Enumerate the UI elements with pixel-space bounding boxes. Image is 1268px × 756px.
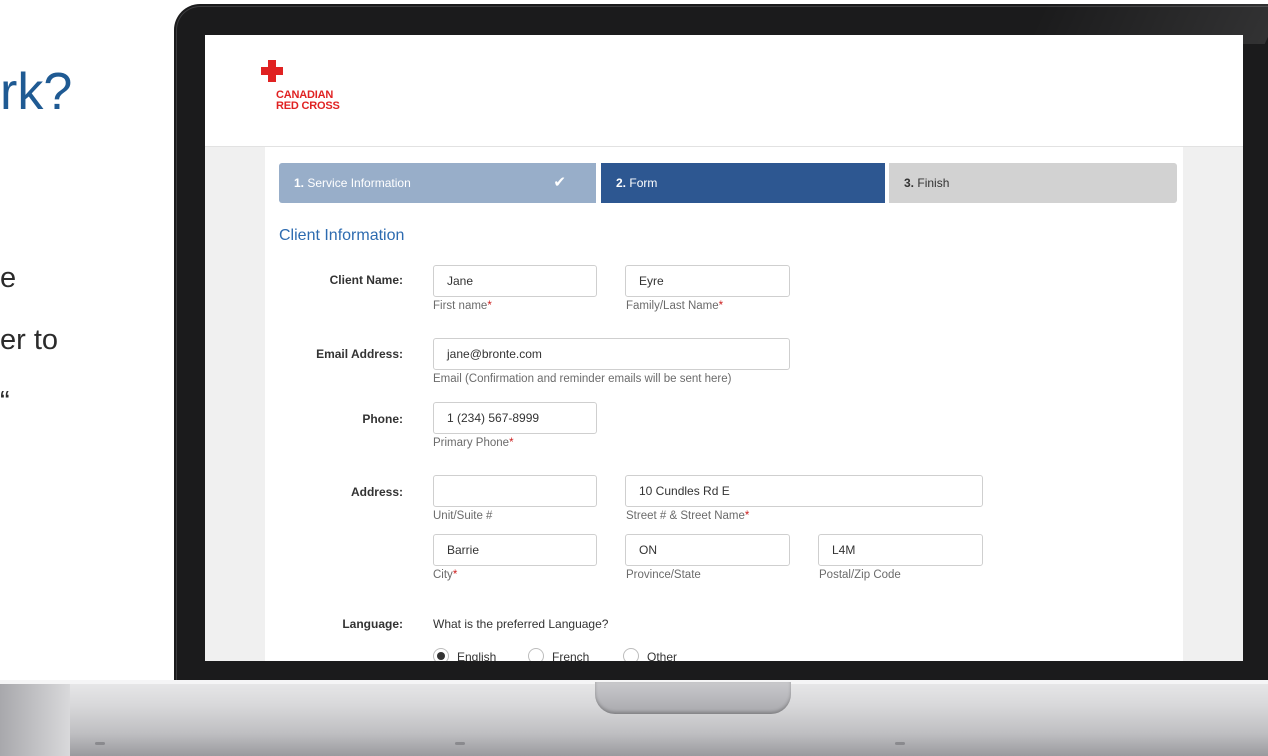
province-input[interactable]: ON bbox=[625, 534, 790, 566]
required-mark: * bbox=[718, 300, 724, 312]
unit-suite-input[interactable] bbox=[433, 475, 597, 507]
slide-title-fragment: rk? bbox=[0, 63, 73, 121]
unit-suite-hint: Unit/Suite # bbox=[433, 510, 493, 522]
step-number: 2. bbox=[616, 176, 627, 190]
required-mark: * bbox=[509, 437, 514, 449]
form-panel: 1. Service Information ✔ 2. Form 3. Fini… bbox=[265, 147, 1183, 661]
laptop-screen: CANADIAN RED CROSS 1. Service Informatio… bbox=[205, 35, 1243, 661]
required-mark: * bbox=[452, 569, 458, 581]
city-hint: City* bbox=[433, 569, 457, 581]
email-input[interactable]: jane@bronte.com bbox=[433, 338, 790, 370]
client-name-label: Client Name: bbox=[329, 273, 403, 287]
last-name-input[interactable]: Eyre bbox=[625, 265, 790, 297]
step-form[interactable]: 2. Form bbox=[601, 163, 885, 203]
logo-line-2: RED CROSS bbox=[276, 100, 340, 112]
language-label: Language: bbox=[342, 617, 403, 631]
step-label: Form bbox=[629, 176, 658, 190]
radio-label: French bbox=[552, 650, 590, 661]
radio-label: Other bbox=[647, 650, 678, 661]
phone-hint: Primary Phone* bbox=[433, 437, 514, 449]
province-hint: Province/State bbox=[626, 569, 701, 581]
step-label: Finish bbox=[917, 176, 950, 190]
laptop-foot bbox=[895, 742, 905, 745]
step-number: 1. bbox=[294, 176, 305, 190]
required-mark: * bbox=[487, 300, 492, 312]
city-hint-text: City bbox=[433, 569, 453, 581]
site-header: CANADIAN RED CROSS bbox=[205, 35, 1243, 147]
last-name-hint: Family/Last Name* bbox=[626, 300, 723, 312]
step-service-information[interactable]: 1. Service Information ✔ bbox=[279, 163, 596, 203]
language-question: What is the preferred Language? bbox=[433, 617, 609, 631]
phone-label: Phone: bbox=[362, 412, 403, 426]
logo-wordmark: CANADIAN RED CROSS bbox=[276, 90, 340, 112]
stage: rk? e er to “ CANADIAN RED CROSS 1. Serv… bbox=[0, 0, 1268, 756]
address-label: Address: bbox=[350, 485, 403, 499]
red-cross-icon bbox=[261, 60, 283, 82]
slide-text-line-1: e bbox=[0, 262, 17, 294]
street-hint-text: Street # & Street Name bbox=[626, 510, 745, 522]
checkmark-icon: ✔ bbox=[553, 174, 566, 191]
radio-indicator bbox=[623, 648, 639, 661]
slide-text-line-3: “ bbox=[0, 386, 10, 418]
step-number: 3. bbox=[904, 176, 915, 190]
laptop-foot bbox=[95, 742, 105, 745]
email-address-label: Email Address: bbox=[316, 347, 403, 361]
section-title: Client Information bbox=[279, 227, 405, 244]
step-label: Service Information bbox=[307, 176, 411, 190]
radio-label: English bbox=[457, 650, 497, 661]
first-name-hint-text: First name bbox=[433, 300, 488, 312]
canadian-red-cross-logo[interactable]: CANADIAN RED CROSS bbox=[261, 60, 371, 120]
step-finish[interactable]: 3. Finish bbox=[889, 163, 1177, 203]
street-input[interactable]: 10 Cundles Rd E bbox=[625, 475, 983, 507]
city-input[interactable]: Barrie bbox=[433, 534, 597, 566]
phone-input[interactable]: 1 (234) 567-8999 bbox=[433, 402, 597, 434]
postal-code-input[interactable]: L4M bbox=[818, 534, 983, 566]
street-hint: Street # & Street Name* bbox=[626, 510, 749, 522]
laptop-foot bbox=[455, 742, 465, 745]
email-hint: Email (Confirmation and reminder emails … bbox=[433, 373, 732, 385]
first-name-input[interactable]: Jane bbox=[433, 265, 597, 297]
postal-code-hint: Postal/Zip Code bbox=[819, 569, 901, 581]
radio-indicator bbox=[528, 648, 544, 661]
phone-hint-text: Primary Phone bbox=[433, 437, 510, 449]
slide-text-line-2: er to bbox=[0, 324, 59, 356]
last-name-hint-text: Family/Last Name bbox=[626, 300, 719, 312]
radio-selected-indicator bbox=[433, 648, 449, 661]
first-name-hint: First name* bbox=[433, 300, 492, 312]
laptop-opening-notch bbox=[595, 682, 791, 714]
required-mark: * bbox=[744, 510, 750, 522]
laptop-base-corner bbox=[0, 680, 70, 756]
